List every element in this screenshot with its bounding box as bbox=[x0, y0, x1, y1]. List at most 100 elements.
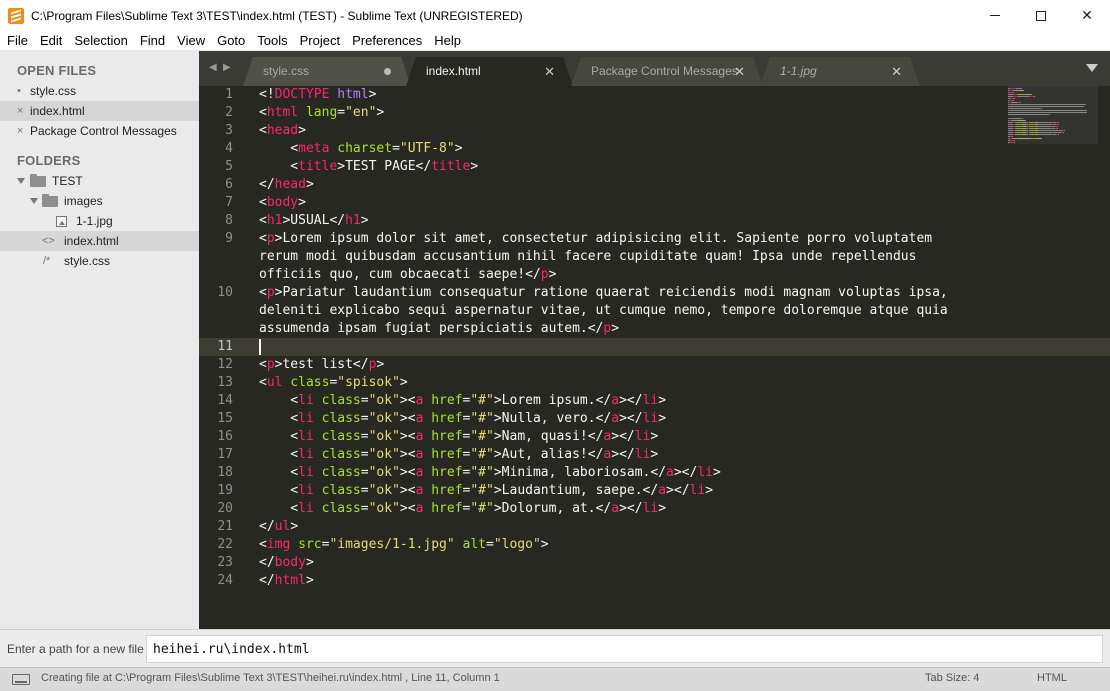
menu-goto[interactable]: Goto bbox=[210, 31, 250, 51]
attribute-token: href bbox=[431, 429, 463, 444]
menu-project[interactable]: Project bbox=[293, 31, 345, 51]
minimap-line bbox=[1008, 108, 1040, 109]
text-token: > bbox=[305, 177, 314, 192]
close-tab-icon[interactable]: ✕ bbox=[891, 57, 902, 86]
minimap-line bbox=[1057, 126, 1058, 127]
attribute-token: href bbox=[431, 447, 463, 462]
tag-token: html bbox=[274, 573, 306, 588]
tag-token: title bbox=[431, 159, 471, 174]
attribute-token: class bbox=[321, 483, 361, 498]
tab-index-html[interactable]: index.html ✕ bbox=[406, 57, 573, 86]
code-line: <head> bbox=[259, 122, 1009, 140]
minimap-line bbox=[1011, 102, 1018, 103]
file-item-style-css[interactable]: /* style.css bbox=[0, 251, 199, 271]
attribute-token: class bbox=[321, 429, 361, 444]
tag-token: li bbox=[298, 429, 314, 444]
minimap-line bbox=[1018, 96, 1029, 97]
line-number: 15 bbox=[217, 411, 233, 426]
code-line: <li class="ok"><a href="#">Dolorum, at.<… bbox=[259, 500, 1009, 518]
text-token: >USUAL</ bbox=[282, 213, 346, 228]
menu-file[interactable]: File bbox=[0, 31, 33, 51]
text-token: >Minima, laboriosam.</ bbox=[493, 465, 667, 480]
tab-style-css[interactable]: style.css bbox=[243, 57, 411, 86]
minimap-line bbox=[1034, 96, 1035, 97]
string-token: "logo" bbox=[493, 537, 541, 552]
text-token: > bbox=[376, 357, 385, 372]
minimap-line bbox=[1058, 134, 1059, 135]
minimize-icon bbox=[990, 15, 1000, 16]
file-item-1-1-jpg[interactable]: 1-1.jpg bbox=[0, 211, 199, 231]
tab-size-selector[interactable]: Tab Size: 4 bbox=[925, 672, 979, 684]
new-file-path-input[interactable] bbox=[146, 635, 1103, 663]
tab-list-dropdown-icon[interactable] bbox=[1086, 64, 1098, 72]
text-token: > bbox=[298, 123, 306, 138]
text-token: >Dolorum, at.</ bbox=[493, 501, 612, 516]
code-line: <li class="ok"><a href="#">Lorem ipsum.<… bbox=[259, 392, 1009, 410]
folder-item-test[interactable]: TEST bbox=[0, 171, 199, 191]
status-bar: Creating file at C:\Program Files\Sublim… bbox=[0, 667, 1110, 691]
code-line: <img src="images/1-1.jpg" alt="logo"> bbox=[259, 536, 1009, 554]
menu-preferences[interactable]: Preferences bbox=[345, 31, 427, 51]
menu-edit[interactable]: Edit bbox=[33, 31, 67, 51]
menu-tools[interactable]: Tools bbox=[250, 31, 292, 51]
code-line: </body> bbox=[259, 554, 1009, 572]
code-line: officiis quo, cum obcaecati saepe!</p> bbox=[259, 266, 1009, 284]
expand-arrow-icon[interactable] bbox=[30, 198, 38, 204]
menu-help[interactable]: Help bbox=[427, 31, 466, 51]
code-line: <p>Pariatur laudantium consequatur ratio… bbox=[259, 284, 1009, 302]
toggle-panel-icon[interactable] bbox=[12, 674, 30, 685]
close-tab-icon[interactable]: ✕ bbox=[544, 57, 555, 86]
code-editor[interactable]: 1 2 3 4 5 6 7 8 9 10 11 12 13 14 15 16 17 18 19 20 21 22 23 24 … bbox=[199, 86, 1110, 629]
code-line: <li class="ok"><a href="#">Nulla, vero.<… bbox=[259, 410, 1009, 428]
tab-1-1-jpg[interactable]: 1-1.jpg ✕ bbox=[760, 57, 920, 86]
expand-arrow-icon[interactable] bbox=[17, 178, 25, 184]
text-token: < bbox=[259, 159, 299, 174]
folder-item-images[interactable]: images bbox=[0, 191, 199, 211]
file-item-index-html[interactable]: <> index.html bbox=[0, 231, 199, 251]
close-tab-icon[interactable]: ✕ bbox=[734, 57, 745, 86]
text-token: ></ bbox=[611, 447, 635, 462]
code-line: </head> bbox=[259, 176, 1009, 194]
syntax-selector[interactable]: HTML bbox=[1037, 672, 1067, 684]
string-token: "ok" bbox=[368, 393, 400, 408]
menu-find[interactable]: Find bbox=[133, 31, 170, 51]
modified-dot-icon[interactable] bbox=[384, 68, 391, 75]
minimap-line bbox=[1020, 102, 1021, 103]
line-number: 17 bbox=[217, 447, 233, 462]
string-token: "#" bbox=[470, 501, 494, 516]
line-number: 20 bbox=[217, 501, 233, 516]
menu-selection[interactable]: Selection bbox=[67, 31, 132, 51]
menu-view[interactable]: View bbox=[170, 31, 210, 51]
status-message: Creating file at C:\Program Files\Sublim… bbox=[41, 672, 500, 684]
minimap-line bbox=[1010, 110, 1087, 111]
minimap-line bbox=[1049, 114, 1050, 115]
close-file-icon[interactable]: × bbox=[17, 121, 23, 141]
minimap-line bbox=[1038, 124, 1052, 125]
attribute-token: class bbox=[321, 393, 361, 408]
close-window-button[interactable]: ✕ bbox=[1064, 0, 1110, 31]
tab-scroll-left-icon[interactable]: ◀ bbox=[209, 62, 217, 73]
tab-scroll-right-icon[interactable]: ▶ bbox=[223, 62, 231, 73]
string-token: "#" bbox=[470, 465, 494, 480]
open-file-item[interactable]: • style.css bbox=[0, 81, 199, 101]
open-file-item[interactable]: × Package Control Messages bbox=[0, 121, 199, 141]
attribute-token: class bbox=[321, 447, 361, 462]
text-token: = bbox=[360, 501, 369, 516]
minimize-button[interactable] bbox=[972, 0, 1018, 31]
text-token: < bbox=[259, 393, 299, 408]
tab-package-control-messages[interactable]: Package Control Messages ✕ bbox=[571, 57, 763, 86]
text-token: deleniti explicabo sequi aspernatur vita… bbox=[259, 303, 948, 318]
close-file-icon[interactable]: × bbox=[17, 101, 23, 121]
open-file-item-active[interactable]: × index.html bbox=[0, 101, 199, 121]
string-token: "ok" bbox=[368, 411, 400, 426]
text-token: = bbox=[360, 429, 369, 444]
minimap[interactable] bbox=[1008, 86, 1098, 146]
code-line: <title>TEST PAGE</title> bbox=[259, 158, 1009, 176]
line-number: 7 bbox=[225, 195, 233, 210]
maximize-button[interactable] bbox=[1018, 0, 1064, 31]
text-token: </ bbox=[259, 573, 275, 588]
open-files-heading: OPEN FILES bbox=[17, 63, 97, 78]
text-token: < bbox=[259, 429, 299, 444]
code-area[interactable]: <!DOCTYPE html> <html lang="en"> <head> <m… bbox=[259, 86, 1009, 590]
